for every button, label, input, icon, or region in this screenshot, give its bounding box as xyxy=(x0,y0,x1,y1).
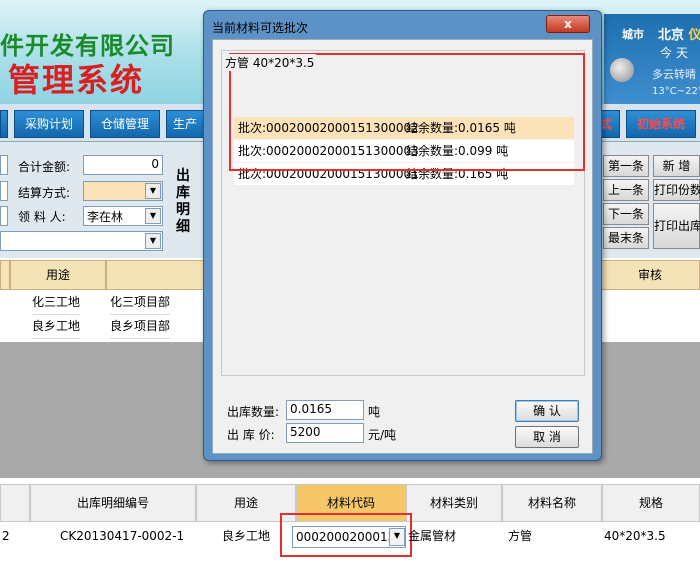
lower-grid-header-spec[interactable]: 规格 xyxy=(602,484,700,522)
price-input[interactable]: 5200 xyxy=(286,423,364,443)
qty-unit: 吨 xyxy=(368,405,381,419)
close-icon[interactable]: x xyxy=(546,15,590,33)
row-index: 2 xyxy=(2,529,10,543)
left-field-1[interactable] xyxy=(0,155,8,175)
chevron-down-icon[interactable]: ▼ xyxy=(145,208,161,224)
cancel-button[interactable]: 取 消 xyxy=(515,426,579,448)
next-record-button[interactable]: 下一条 xyxy=(603,203,649,225)
nav-item-production[interactable]: 生产 xyxy=(166,110,204,138)
usage-cell[interactable]: 良乡工地 xyxy=(222,522,270,552)
weather-today: 今天 xyxy=(660,46,693,60)
batch-dialog: 当前材料可选批次 x 批次:00020002000151300002 结余数量:… xyxy=(203,10,602,461)
spec-cell[interactable]: 40*20*3.5 xyxy=(604,522,666,552)
weather-description: 多云转晴 xyxy=(652,68,696,81)
lower-grid-header-material-name[interactable]: 材料名称 xyxy=(502,484,602,522)
picker-label: 领 料 人: xyxy=(18,210,66,224)
upper-grid-header-cell xyxy=(0,260,10,290)
moon-icon xyxy=(610,58,634,82)
nav-item-init-system[interactable]: 初始系统 xyxy=(626,110,696,138)
material-group-title: 方管 40*20*3.5 xyxy=(223,54,317,71)
table-cell[interactable]: 化三工地 xyxy=(32,291,81,315)
upper-grid-header-usage[interactable]: 用途 xyxy=(10,260,106,290)
dialog-body: 批次:00020002000151300002 结余数量:0.0165 吨 批次… xyxy=(212,39,593,454)
prev-record-button[interactable]: 上一条 xyxy=(603,179,649,201)
lower-grid-header-index xyxy=(0,484,30,522)
outbound-detail-label: 出库明细 xyxy=(176,168,190,235)
lower-grid-header-material-type[interactable]: 材料类别 xyxy=(406,484,502,522)
system-title: 管理系统 xyxy=(8,61,145,99)
total-amount-input[interactable]: 0 xyxy=(83,155,163,175)
table-cell[interactable]: 良乡项目部 xyxy=(110,315,171,339)
left-field-2[interactable] xyxy=(0,181,8,201)
weather-widget: 城市 北京 仪 今天 多云转晴 13°C~22°C xyxy=(604,14,700,104)
print-outbound-button[interactable]: 打印出库 xyxy=(653,203,700,249)
table-cell[interactable]: 良乡工地 xyxy=(32,315,81,339)
nav-item-warehouse[interactable]: 仓储管理 xyxy=(90,110,160,138)
nav-item-cut[interactable] xyxy=(0,110,8,138)
qty-label: 出库数量: xyxy=(227,405,280,419)
first-record-button[interactable]: 第一条 xyxy=(603,155,649,177)
total-label: 合计金额: xyxy=(18,160,71,174)
lower-grid-header-detail-no[interactable]: 出库明细编号 xyxy=(30,484,196,522)
chevron-down-icon[interactable]: ▼ xyxy=(145,233,161,249)
dialog-title: 当前材料可选批次 xyxy=(212,21,309,35)
weather-temperature: 13°C~22°C xyxy=(652,86,700,97)
remarks-select[interactable] xyxy=(0,231,163,251)
settle-label: 结算方式: xyxy=(18,186,71,200)
qty-input[interactable]: 0.0165 xyxy=(286,400,364,420)
table-cell[interactable]: 化三项目部 xyxy=(110,291,171,315)
price-unit: 元/吨 xyxy=(368,428,397,442)
last-record-button[interactable]: 最末条 xyxy=(603,227,649,249)
nav-item-purchase-plan[interactable]: 采购计划 xyxy=(14,110,84,138)
add-button[interactable]: 新 增 xyxy=(653,155,700,177)
material-type-cell[interactable]: 金属管材 xyxy=(408,522,456,552)
weather-city-label: 城市 xyxy=(622,28,644,41)
chevron-down-icon[interactable]: ▼ xyxy=(145,183,161,199)
upper-grid-header-review[interactable]: 审核 xyxy=(600,260,700,290)
weather-city-name: 北京 仪 xyxy=(658,28,700,43)
material-name-cell[interactable]: 方管 xyxy=(508,522,532,552)
detail-no-cell[interactable]: CK20130417-0002-1 xyxy=(60,522,184,552)
print-copies-button[interactable]: 打印份数 xyxy=(653,179,700,201)
price-label: 出 库 价: xyxy=(227,428,275,442)
left-field-3[interactable] xyxy=(0,206,8,226)
confirm-button[interactable]: 确 认 xyxy=(515,400,579,422)
chevron-down-icon[interactable]: ▼ xyxy=(389,528,405,546)
